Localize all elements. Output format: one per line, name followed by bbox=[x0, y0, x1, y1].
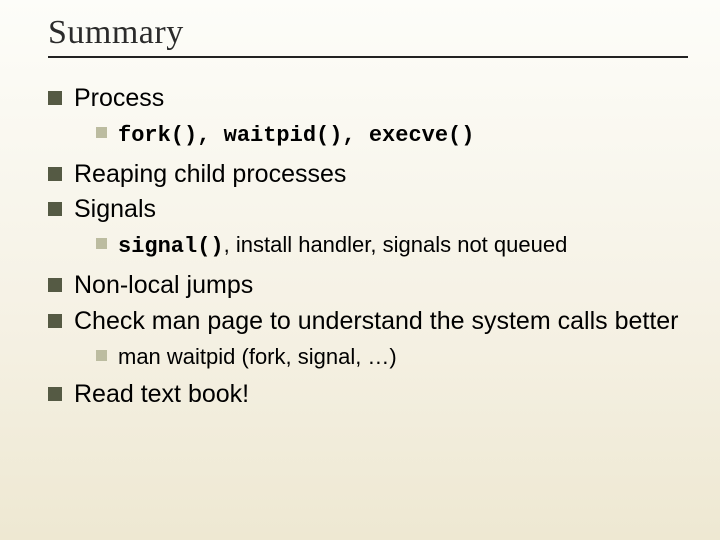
list-item-label: man waitpid (fork, signal, …) bbox=[118, 344, 397, 369]
list-item-label: Process bbox=[74, 84, 164, 112]
list-item: Check man page to understand the system … bbox=[48, 305, 684, 373]
list-item: Non-local jumps bbox=[48, 269, 684, 303]
list-item-label: fork(), waitpid(), execve() bbox=[118, 121, 474, 146]
list-item-label: Read text book! bbox=[74, 380, 249, 408]
sub-list: signal(), install handler, signals not q… bbox=[74, 229, 684, 263]
list-item: Process fork(), waitpid(), execve() bbox=[48, 82, 684, 152]
list-item-label: signal(), install handler, signals not q… bbox=[118, 232, 567, 257]
list-item: Read text book! bbox=[48, 378, 684, 412]
list-item: Signals signal(), install handler, signal… bbox=[48, 193, 684, 263]
list-item-label: Check man page to understand the system … bbox=[74, 307, 679, 335]
list-item-label: Non-local jumps bbox=[74, 271, 253, 299]
list-item: man waitpid (fork, signal, …) bbox=[96, 341, 684, 373]
list-item: fork(), waitpid(), execve() bbox=[96, 118, 684, 152]
sub-list: fork(), waitpid(), execve() bbox=[74, 118, 684, 152]
bullet-list: Process fork(), waitpid(), execve() Reapin… bbox=[48, 82, 684, 412]
list-item: Reaping child processes bbox=[48, 158, 684, 192]
title-underline bbox=[48, 56, 688, 58]
list-item-label: Reaping child processes bbox=[74, 160, 346, 188]
list-item-label: Signals bbox=[74, 195, 156, 223]
sub-list: man waitpid (fork, signal, …) bbox=[74, 341, 684, 373]
list-item: signal(), install handler, signals not q… bbox=[96, 229, 684, 263]
slide-title: Summary bbox=[48, 14, 684, 52]
slide: Summary Process fork(), waitpid(), execve… bbox=[0, 0, 720, 540]
